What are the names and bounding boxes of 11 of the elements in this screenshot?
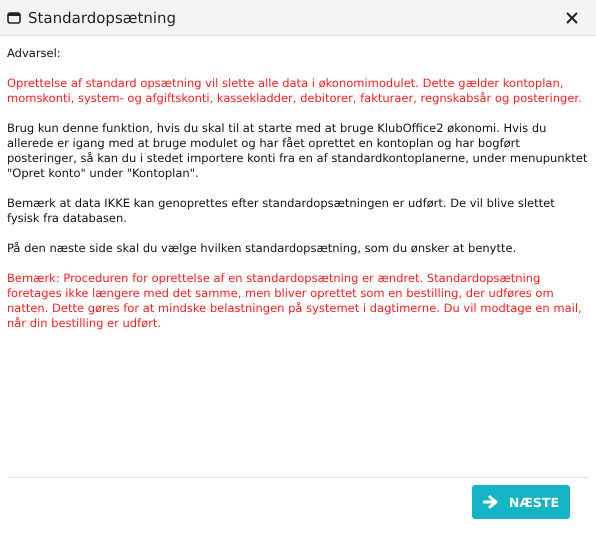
- warning-paragraph: Oprettelse af standard opsætning vil slette alle data i økonomimodulet. Dette gælder kontoplan, momskonti, system- og afgiftskonti, kassekladder, debitorer, fakturaer, regnskabsår og posteringer.: [7, 76, 583, 106]
- window-title: Standardopsætning: [28, 8, 178, 26]
- info-paragraph: På den næste side skal du vælge hvilken standardopsætning, som du ønsker at benytte.: [7, 241, 518, 256]
- warning-heading: Advarsel:: [7, 46, 62, 61]
- arrow-right-icon: [482, 495, 499, 509]
- info-paragraph: Brug kun denne funktion, hvis du skal til at starte med at bruge KlubOffice2 økonomi. Hvis du allerede er igang med at bruge modulet og har fået oprettet en kontoplan og har bogført posteringer, så kan du i stedet importere konti fra en af standardkontoplanerne, under menupunktet "Opret konto" under "Kontoplan".: [7, 121, 588, 181]
- close-icon[interactable]: [566, 12, 578, 24]
- next-button[interactable]: NÆSTE: [472, 485, 570, 519]
- info-paragraph: Bemærk at data IKKE kan genoprettes efter standardopsætningen er udført. De vil blive slettet fysisk fra databasen.: [7, 196, 556, 226]
- window-icon: [7, 12, 21, 24]
- warning-paragraph: Bemærk: Proceduren for oprettelse af en standardopsætning er ændret. Standardopsætning foretages ikke længere med det samme, men bliver oprettet som en bestilling, der udføres om natten. Dette gøres for at mindske belastningen på systemet i dagtimerne. Du vil modtage en mail, når din bestilling er udført.: [7, 271, 583, 331]
